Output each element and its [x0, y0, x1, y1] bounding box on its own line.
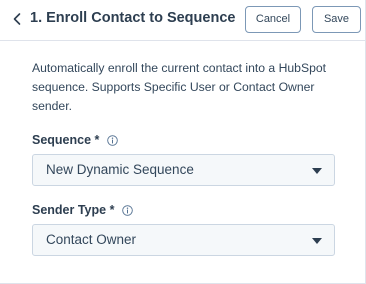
caret-down-icon — [312, 238, 322, 244]
sender-type-select-value: Contact Owner — [46, 232, 137, 247]
sender-type-select[interactable]: Contact Owner — [32, 224, 335, 256]
chevron-left-icon[interactable] — [9, 11, 25, 27]
info-icon[interactable] — [122, 204, 134, 216]
enroll-contact-panel: 1. Enroll Contact to Sequence Cancel Sav… — [0, 0, 366, 284]
sequence-field-label: Sequence * — [32, 133, 119, 147]
sequence-select-value: New Dynamic Sequence — [46, 162, 194, 177]
info-icon[interactable] — [107, 134, 119, 146]
sender-type-field-label: Sender Type * — [32, 203, 134, 217]
page-title: 1. Enroll Contact to Sequence — [30, 10, 236, 26]
sequence-label-text: Sequence * — [32, 133, 100, 147]
action-description: Automatically enroll the current contact… — [32, 61, 327, 113]
caret-down-icon — [312, 168, 322, 174]
sequence-select[interactable]: New Dynamic Sequence — [32, 154, 335, 186]
sender-type-label-text: Sender Type * — [32, 203, 115, 217]
cancel-button[interactable]: Cancel — [245, 6, 301, 33]
panel-header: 1. Enroll Contact to Sequence Cancel Sav… — [0, 0, 366, 41]
save-button[interactable]: Save — [312, 6, 361, 33]
